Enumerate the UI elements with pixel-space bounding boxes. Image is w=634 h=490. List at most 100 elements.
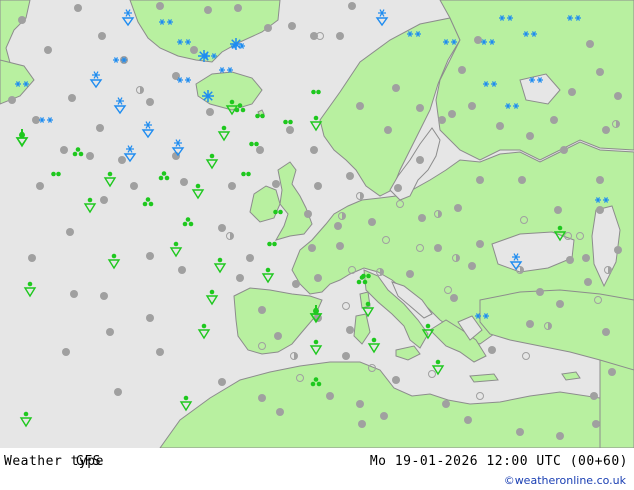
cloud-dot-icon <box>8 96 16 104</box>
credit-link[interactable]: ©weatheronline.co.uk <box>504 474 626 487</box>
cloud-dot-icon <box>474 36 482 44</box>
cloud-dot-icon <box>36 182 44 190</box>
cloud-dot-icon <box>602 126 610 134</box>
cloud-dot-icon <box>32 116 40 124</box>
cloud-dot-icon <box>100 292 108 300</box>
cloud-dot-icon <box>516 428 524 436</box>
cloud-dot-icon <box>60 146 68 154</box>
valid-time: Mo 19-01-2026 12:00 UTC (00+60) <box>369 454 628 469</box>
heavy-snow-icon <box>230 38 242 50</box>
cloud-dot-icon <box>18 16 26 24</box>
cloud-dot-icon <box>264 24 272 32</box>
cloud-dot-icon <box>180 178 188 186</box>
cloud-dot-icon <box>314 274 322 282</box>
cloud-dot-icon <box>206 108 214 116</box>
cloud-dot-icon <box>146 314 154 322</box>
cloud-dot-icon <box>314 182 322 190</box>
cloud-dot-icon <box>518 176 526 184</box>
cloud-dot-icon <box>406 270 414 278</box>
cloud-dot-icon <box>526 132 534 140</box>
cyprus <box>561 371 581 381</box>
weather-map <box>0 0 634 448</box>
cloud-dot-icon <box>146 98 154 106</box>
cloud-dot-icon <box>272 180 280 188</box>
cloud-dot-icon <box>358 420 366 428</box>
cloud-dot-icon <box>614 246 622 254</box>
cloud-dot-icon <box>356 102 364 110</box>
cloud-dot-icon <box>584 278 592 286</box>
cloud-dot-icon <box>304 210 312 218</box>
cloud-dot-icon <box>554 206 562 214</box>
cloud-dot-icon <box>586 40 594 48</box>
cloud-dot-icon <box>246 254 254 262</box>
cloud-dot-icon <box>218 378 226 386</box>
cloud-dot-icon <box>438 116 446 124</box>
cloud-dot-icon <box>292 280 300 288</box>
cloud-dot-icon <box>234 4 242 12</box>
cloud-dot-icon <box>560 146 568 154</box>
cloud-dot-icon <box>178 266 186 274</box>
cloud-dot-icon <box>556 300 564 308</box>
cloud-dot-icon <box>526 320 534 328</box>
cloud-dot-icon <box>392 84 400 92</box>
cloud-dot-icon <box>190 46 198 54</box>
cloud-dot-icon <box>258 306 266 314</box>
cloud-dot-icon <box>380 412 388 420</box>
cloud-dot-icon <box>286 126 294 134</box>
cloud-dot-icon <box>454 204 462 212</box>
cloud-dot-icon <box>356 400 364 408</box>
cloud-dot-icon <box>114 388 122 396</box>
heavy-snow-icon <box>202 90 214 102</box>
cloud-dot-icon <box>476 240 484 248</box>
cloud-dot-icon <box>96 124 104 132</box>
cloud-dot-icon <box>276 408 284 416</box>
cloud-dot-icon <box>86 152 94 160</box>
cloud-dot-icon <box>74 4 82 12</box>
cloud-dot-icon <box>146 252 154 260</box>
cloud-dot-icon <box>218 224 226 232</box>
cloud-dot-icon <box>204 6 212 14</box>
cloud-dot-icon <box>348 2 356 10</box>
cloud-dot-icon <box>98 32 106 40</box>
cloud-dot-icon <box>256 146 264 154</box>
cloud-dot-icon <box>326 392 334 400</box>
cloud-dot-icon <box>106 328 114 336</box>
cloud-dot-icon <box>334 222 342 230</box>
heavy-snow-icon <box>198 50 210 62</box>
cloud-dot-icon <box>156 2 164 10</box>
cloud-dot-icon <box>28 254 36 262</box>
map-canvas <box>0 0 634 448</box>
cloud-dot-icon <box>346 326 354 334</box>
cloud-dot-icon <box>582 254 590 262</box>
cloud-dot-icon <box>458 66 466 74</box>
cloud-dot-icon <box>384 126 392 134</box>
cloud-dot-icon <box>416 104 424 112</box>
cloud-dot-icon <box>496 122 504 130</box>
cloud-dot-icon <box>130 182 138 190</box>
cloud-dot-icon <box>416 156 424 164</box>
map-footer: Weather type GFS Mo 19-01-2026 12:00 UTC… <box>0 448 634 490</box>
cloud-dot-icon <box>70 290 78 298</box>
model-name: GFS <box>76 454 101 469</box>
cloud-dot-icon <box>614 92 622 100</box>
cloud-dot-icon <box>392 376 400 384</box>
cloud-dot-icon <box>336 32 344 40</box>
cloud-dot-icon <box>368 218 376 226</box>
cloud-dot-icon <box>418 214 426 222</box>
cloud-dot-icon <box>592 420 600 428</box>
cloud-dot-icon <box>566 256 574 264</box>
cloud-dot-icon <box>68 94 76 102</box>
cloud-dot-icon <box>448 110 456 118</box>
cloud-dot-icon <box>568 88 576 96</box>
cloud-dot-icon <box>62 348 70 356</box>
cloud-dot-icon <box>596 176 604 184</box>
cloud-dot-icon <box>442 400 450 408</box>
cloud-dot-icon <box>488 346 496 354</box>
cloud-dot-icon <box>464 416 472 424</box>
cloud-dot-icon <box>450 294 458 302</box>
cloud-dot-icon <box>434 244 442 252</box>
cloud-dot-icon <box>44 46 52 54</box>
cloud-dot-icon <box>602 328 610 336</box>
cloud-dot-icon <box>476 176 484 184</box>
cloud-dot-icon <box>468 102 476 110</box>
